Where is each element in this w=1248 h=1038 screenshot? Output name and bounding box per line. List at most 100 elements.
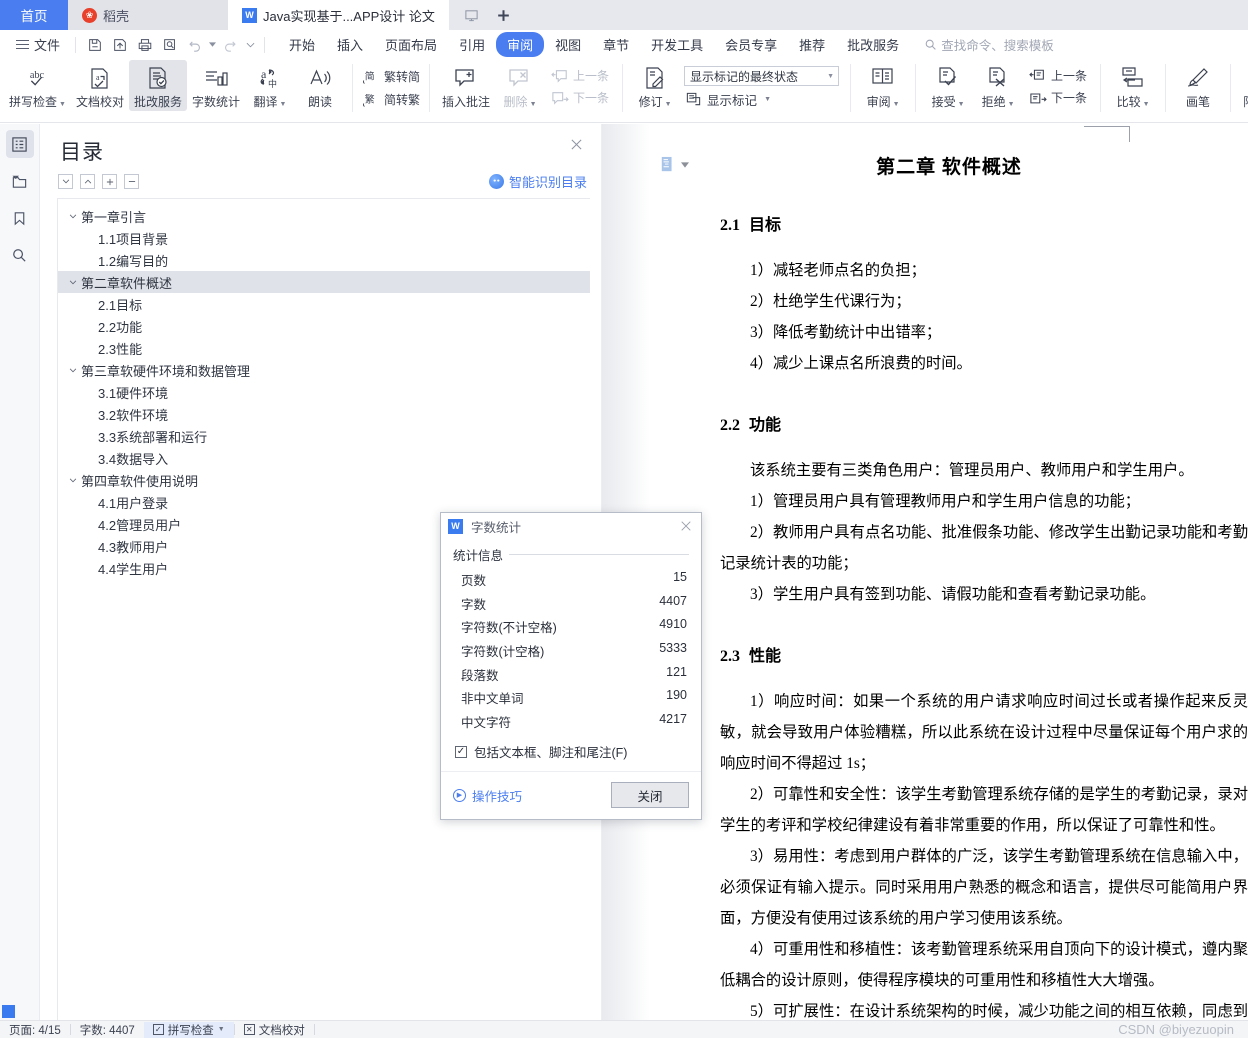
chevron-up-icon[interactable]	[80, 174, 95, 189]
undo-caret-icon[interactable]	[208, 33, 217, 57]
close-button[interactable]: 关闭	[611, 782, 689, 809]
include-textbox-checkbox[interactable]: ✓ 包括文本框、脚注和尾注(F)	[453, 742, 689, 761]
toc-item[interactable]: 第一章引言	[58, 205, 590, 227]
tips-link[interactable]: ▶ 操作技巧	[453, 786, 522, 805]
toc-item[interactable]: 3.2软件环境	[58, 403, 590, 425]
document-content[interactable]: 第二章 软件概述 2.1 目标 1）减轻老师点名的负担； 2）杜绝学生代课行为； …	[650, 124, 1248, 1020]
minus-icon[interactable]	[124, 174, 139, 189]
save-icon[interactable]	[83, 33, 107, 57]
toc-item-label: 第四章软件使用说明	[81, 473, 199, 489]
chevron-down-icon[interactable]	[681, 161, 689, 168]
rail-bookmark[interactable]	[6, 204, 34, 232]
correction-service-button[interactable]: 批改服务	[128, 60, 187, 111]
accept-change-button[interactable]: 接受 ▼	[923, 60, 973, 114]
rail-navigation-pane[interactable]	[5, 130, 34, 158]
prev-change-label: 上一条	[1051, 69, 1088, 83]
toc-item[interactable]: 第二章软件概述	[58, 271, 590, 293]
ribbon-tab-member[interactable]: 会员专享	[714, 32, 788, 57]
pen-brush-button[interactable]: 画笔	[1173, 60, 1223, 111]
save-as-icon[interactable]	[108, 33, 132, 57]
word-count-button[interactable]: 字数统计	[187, 60, 245, 111]
toc-item[interactable]: 1.1项目背景	[58, 227, 590, 249]
print-icon[interactable]	[133, 33, 157, 57]
customize-caret-icon[interactable]	[243, 33, 257, 57]
print-preview-icon[interactable]	[158, 33, 182, 57]
trad-to-simp-icon: 简	[362, 67, 380, 85]
document-page[interactable]: 第二章 软件概述 2.1 目标 1）减轻老师点名的负担； 2）杜绝学生代课行为； …	[650, 124, 1248, 1020]
ribbon-tab-review[interactable]: 审阅	[496, 32, 545, 57]
document-paragraph: 3）易用性：考虑到用户群体的广泛，该学生考勤管理系统在信息输入中，必须保证有输入…	[720, 848, 1248, 927]
compare-button[interactable]: 比较 ▼	[1108, 60, 1158, 114]
chevron-down-icon[interactable]	[64, 368, 81, 373]
chevron-down-icon[interactable]	[64, 280, 81, 285]
chevron-down-icon[interactable]	[64, 214, 81, 219]
ribbon-tab-recommend[interactable]: 推荐	[788, 32, 836, 57]
word-count-dialog[interactable]: W 字数统计 统计信息 页数 15 字数 4407 字符数(不计空格) 4910	[440, 512, 702, 821]
dialog-titlebar[interactable]: W 字数统计	[441, 513, 701, 539]
close-icon[interactable]	[566, 136, 587, 153]
reject-change-button[interactable]: 拒绝 ▼	[973, 60, 1023, 114]
tab-home[interactable]: 首页	[0, 0, 68, 30]
new-tab-button[interactable]	[489, 0, 519, 30]
close-icon[interactable]	[676, 520, 696, 532]
file-menu-button[interactable]: 文件	[8, 35, 68, 54]
ribbon-tab-page-layout[interactable]: 页面布局	[374, 32, 448, 57]
trad-to-simp-button[interactable]: 简 繁转简	[359, 66, 423, 86]
markup-display-select[interactable]: 显示标记的最终状态 ▼	[684, 66, 840, 86]
read-aloud-button[interactable]: 朗读	[295, 60, 345, 111]
track-changes-button[interactable]: 修订 ▼	[630, 60, 680, 114]
prev-comment-button[interactable]: 上一条	[548, 66, 612, 85]
ribbon-tab-correction-service[interactable]: 批改服务	[836, 32, 910, 57]
toc-item[interactable]: 第四章软件使用说明	[58, 469, 590, 491]
insert-comment-button[interactable]: 插入批注	[437, 60, 495, 111]
navigation-pane-header: 目录	[40, 124, 601, 166]
monitor-icon[interactable]	[457, 0, 487, 30]
ribbon-tab-section[interactable]: 章节	[592, 32, 640, 57]
toc-item[interactable]: 3.3系统部署和运行	[58, 425, 590, 447]
toc-item-label: 4.3教师用户	[98, 539, 169, 555]
show-markup-button[interactable]: 显示标记 ▼	[684, 90, 839, 109]
chevron-down-icon[interactable]: ▼	[218, 1026, 225, 1033]
plus-icon[interactable]	[102, 174, 117, 189]
crop-mark	[1129, 126, 1130, 142]
toc-item[interactable]: 2.2功能	[58, 315, 590, 337]
status-proofread[interactable]: ✕ 文档校对	[235, 1022, 314, 1038]
status-word-count[interactable]: 字数: 4407	[71, 1022, 144, 1038]
translate-button[interactable]: a 中 翻译 ▼	[245, 60, 295, 114]
ai-detect-toc-button[interactable]: 智能识别目录	[488, 172, 587, 191]
rail-search[interactable]	[6, 241, 34, 269]
ribbon-tab-dev-tools[interactable]: 开发工具	[640, 32, 714, 57]
toc-item[interactable]: 第三章软硬件环境和数据管理	[58, 359, 590, 381]
status-bar: 页面: 4/15 字数: 4407 ✓ 拼写检查 ▼ ✕ 文档校对 CSDN @…	[0, 1020, 1248, 1038]
toc-item[interactable]: 1.2编写目的	[58, 249, 590, 271]
ribbon-tab-view[interactable]: 视图	[544, 32, 592, 57]
search-box[interactable]: 查找命令、搜索模板	[924, 35, 1054, 54]
status-page-info[interactable]: 页面: 4/15	[0, 1022, 70, 1038]
toc-item[interactable]: 3.4数据导入	[58, 447, 590, 469]
status-spellcheck[interactable]: ✓ 拼写检查 ▼	[143, 1021, 234, 1038]
toc-item[interactable]: 2.3性能	[58, 337, 590, 359]
prev-change-button[interactable]: 上一条	[1026, 66, 1090, 85]
chevron-down-icon[interactable]	[64, 478, 81, 483]
tab-docer[interactable]: ❀ 稻壳	[68, 0, 228, 30]
next-comment-button[interactable]: 下一条	[548, 88, 612, 107]
next-change-button[interactable]: 下一条	[1026, 88, 1090, 107]
toc-item[interactable]: 3.1硬件环境	[58, 381, 590, 403]
doc-proofread-button[interactable]: a 文档校对	[71, 60, 129, 111]
tab-document[interactable]: W Java实现基于...APP设计 论文	[228, 0, 449, 30]
ribbon-tab-references[interactable]: 引用	[448, 32, 496, 57]
rail-folder[interactable]	[6, 167, 34, 195]
simp-to-trad-button[interactable]: 繁 简转繁	[359, 89, 423, 109]
chevron-down-icon[interactable]	[58, 174, 73, 189]
undo-icon[interactable]	[183, 33, 207, 57]
toc-item[interactable]: 2.1目标	[58, 293, 590, 315]
spell-check-button[interactable]: abc 拼写检查 ▼	[4, 60, 71, 114]
toc-item[interactable]: 4.1用户登录	[58, 491, 590, 513]
ribbon-tab-start[interactable]: 开始	[278, 32, 326, 57]
ribbon-tab-insert[interactable]: 插入	[326, 32, 374, 57]
paragraph-style-marker[interactable]	[660, 156, 689, 173]
restrict-edit-button[interactable]: 限制编辑	[1238, 60, 1248, 111]
review-pane-button[interactable]: 审阅 ▼	[858, 60, 908, 114]
redo-icon[interactable]	[218, 33, 242, 57]
delete-comment-button[interactable]: 删除 ▼	[495, 60, 545, 114]
